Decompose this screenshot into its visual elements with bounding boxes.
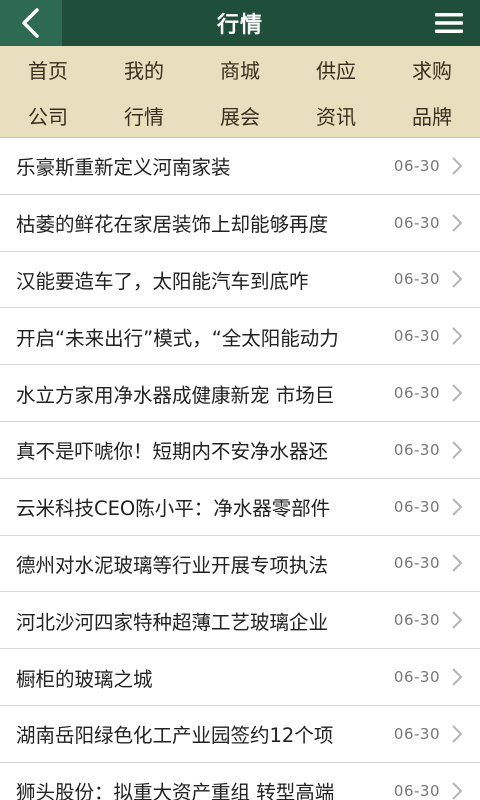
chevron-right-icon [450,325,464,347]
list-item-date: 06-30 [393,724,440,743]
list-item[interactable]: 狮头股份：拟重大资产重组 转型高端 06-30 [0,763,480,800]
nav-item-brand[interactable]: 品牌 [384,101,480,130]
nav-row-1: 首页 我的 商城 供应 求购 [0,46,480,92]
list-item-title: 枯萎的鲜花在家居装饰上却能够再度 [16,213,329,237]
list-item-date: 06-30 [393,497,440,516]
list-item-date: 06-30 [393,554,440,573]
list-item[interactable]: 真不是吓唬你！短期内不安净水器还 06-30 [0,422,480,479]
list-item[interactable]: 橱柜的玻璃之城 06-30 [0,649,480,706]
nav-item-news[interactable]: 资讯 [288,101,384,130]
chevron-right-icon [450,382,464,404]
chevron-right-icon [450,666,464,688]
hamburger-menu-icon [435,13,463,33]
list-item[interactable]: 云米科技CEO陈小平：净水器零部件 06-30 [0,479,480,536]
list-item-title: 橱柜的玻璃之城 [16,667,153,691]
back-button[interactable] [0,0,62,46]
list-item-title: 水立方家用净水器成健康新宠 市场巨 [16,383,335,407]
news-list: 乐豪斯重新定义河南家装 06-30 枯萎的鲜花在家居装饰上却能够再度 06-30… [0,138,480,800]
list-item-date: 06-30 [393,270,440,289]
list-item-date: 06-30 [393,327,440,346]
nav-item-exhibition[interactable]: 展会 [192,101,288,130]
back-arrow-icon [22,8,39,38]
nav-item-mall[interactable]: 商城 [192,55,288,84]
list-item[interactable]: 湖南岳阳绿色化工产业园签约12个项 06-30 [0,706,480,763]
list-item-title: 乐豪斯重新定义河南家装 [16,156,231,180]
list-item-title: 狮头股份：拟重大资产重组 转型高端 [16,781,335,800]
list-item-date: 06-30 [393,213,440,232]
chevron-right-icon [450,552,464,574]
chevron-right-icon [450,723,464,745]
list-item-title: 汉能要造车了，太阳能汽车到底咋 [16,269,309,293]
list-item-title: 开启“未来出行”模式，“全太阳能动力 [16,326,339,350]
chevron-right-icon [450,439,464,461]
nav-item-home[interactable]: 首页 [0,55,96,84]
nav-item-mine[interactable]: 我的 [96,55,192,84]
list-item-title: 云米科技CEO陈小平：净水器零部件 [16,497,331,521]
category-nav: 首页 我的 商城 供应 求购 公司 行情 展会 资讯 品牌 [0,46,480,138]
list-item-title: 湖南岳阳绿色化工产业园签约12个项 [16,724,334,748]
list-item-date: 06-30 [393,384,440,403]
top-bar: 行情 [0,0,480,46]
list-item-title: 河北沙河四家特种超薄工艺玻璃企业 [16,610,329,634]
list-item-date: 06-30 [393,611,440,630]
list-item[interactable]: 开启“未来出行”模式，“全太阳能动力 06-30 [0,308,480,366]
list-item[interactable]: 河北沙河四家特种超薄工艺玻璃企业 06-30 [0,592,480,650]
list-item-title: 真不是吓唬你！短期内不安净水器还 [16,440,329,464]
chevron-right-icon [450,155,464,177]
chevron-right-icon [450,268,464,290]
list-item-date: 06-30 [393,668,440,687]
chevron-right-icon [450,212,464,234]
chevron-right-icon [450,780,464,800]
page-title: 行情 [216,13,263,38]
list-item[interactable]: 乐豪斯重新定义河南家装 06-30 [0,138,480,195]
chevron-right-icon [450,609,464,631]
nav-item-purchase[interactable]: 求购 [384,55,480,84]
nav-row-2: 公司 行情 展会 资讯 品牌 [0,92,480,138]
list-item-date: 06-30 [393,440,440,459]
nav-item-company[interactable]: 公司 [0,101,96,130]
nav-item-supply[interactable]: 供应 [288,55,384,84]
nav-item-market[interactable]: 行情 [96,101,192,130]
chevron-right-icon [450,496,464,518]
menu-button[interactable] [418,0,480,46]
list-item[interactable]: 德州对水泥玻璃等行业开展专项执法 06-30 [0,536,480,593]
list-item-date: 06-30 [393,156,440,175]
list-item[interactable]: 枯萎的鲜花在家居装饰上却能够再度 06-30 [0,195,480,252]
list-item[interactable]: 水立方家用净水器成健康新宠 市场巨 06-30 [0,365,480,422]
list-item-title: 德州对水泥玻璃等行业开展专项执法 [16,553,329,577]
list-item-date: 06-30 [393,781,440,800]
list-item[interactable]: 汉能要造车了，太阳能汽车到底咋 06-30 [0,252,480,309]
